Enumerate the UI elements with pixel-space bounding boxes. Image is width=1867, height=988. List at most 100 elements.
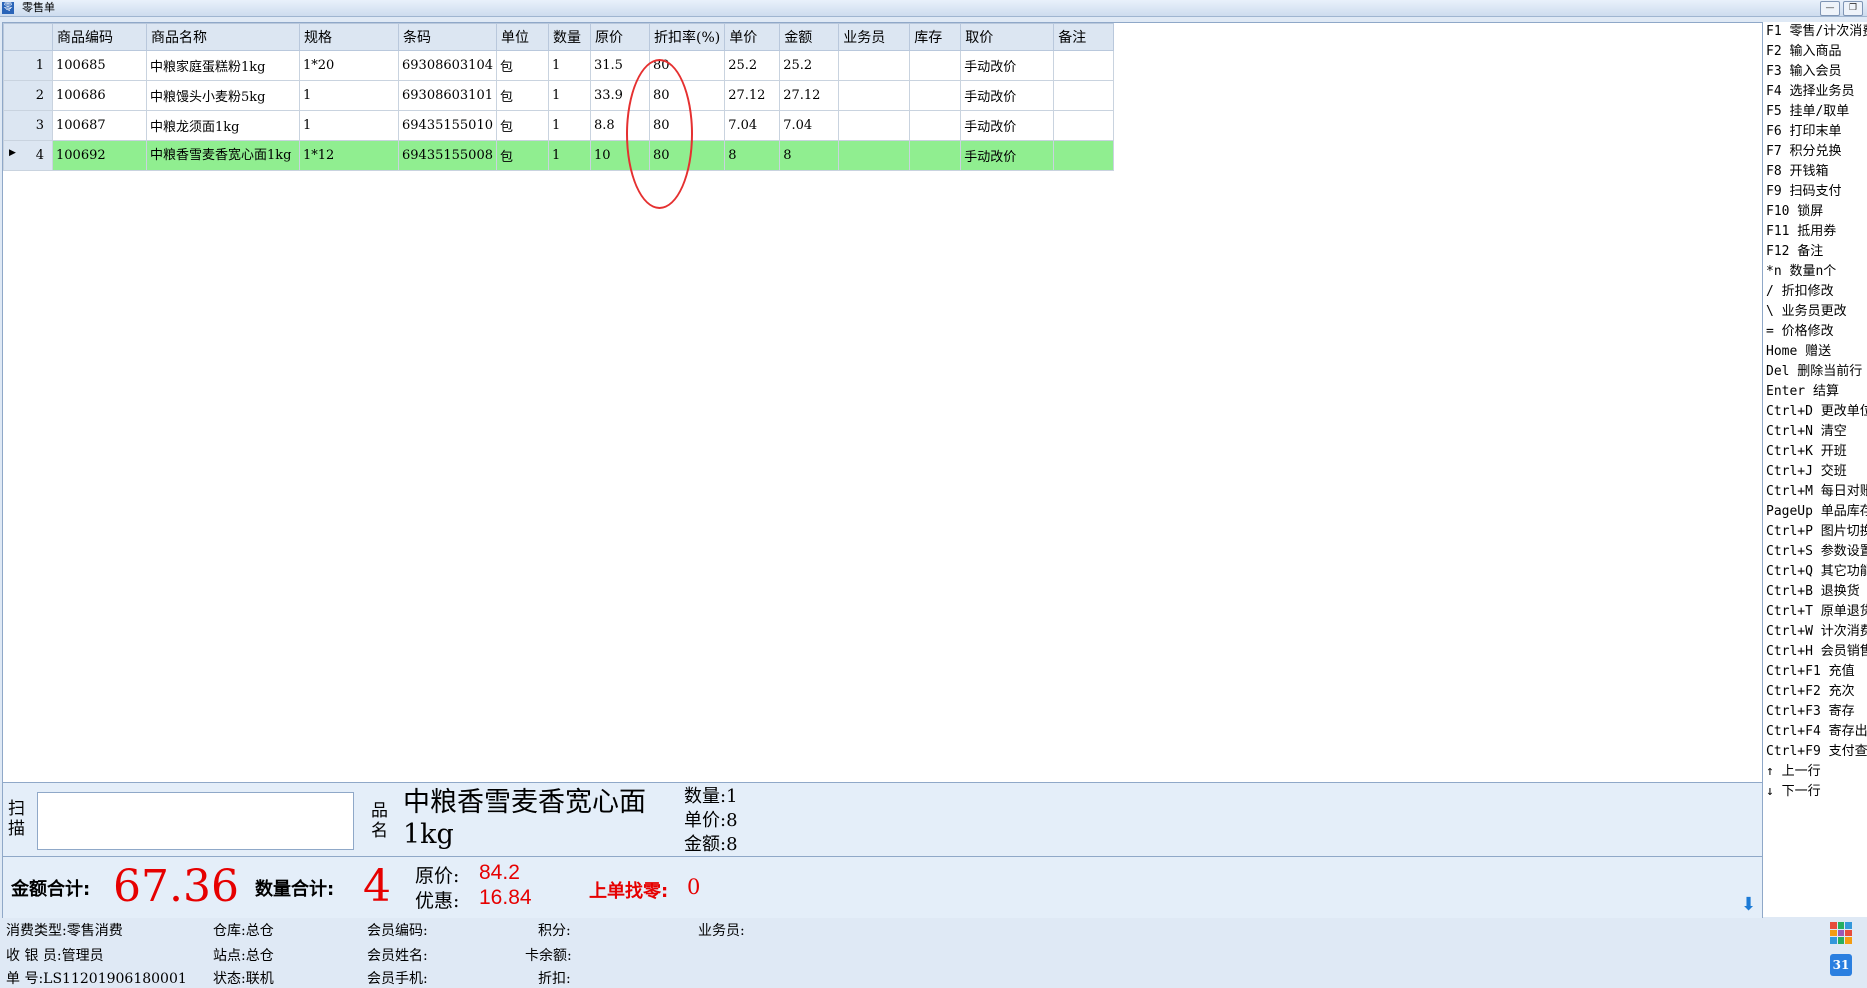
col-header-stock[interactable]: 库存: [909, 23, 962, 51]
col-header-code[interactable]: 商品编码: [52, 23, 147, 51]
shortcut-item[interactable]: ↑ 上一行: [1763, 762, 1867, 782]
col-header-orig-price[interactable]: 原价: [589, 23, 650, 51]
cell-unit[interactable]: 包: [495, 140, 549, 171]
shortcut-item[interactable]: Del 删除当前行: [1763, 362, 1867, 382]
shortcut-item[interactable]: F3 输入会员: [1763, 62, 1867, 82]
restore-button[interactable]: ❐: [1843, 1, 1863, 16]
cell-code[interactable]: 100686: [52, 80, 147, 111]
cell-orig-price[interactable]: 8.8: [589, 110, 650, 141]
shortcut-item[interactable]: Ctrl+M 每日对账: [1763, 482, 1867, 502]
shortcut-item[interactable]: Ctrl+H 会员销售: [1763, 642, 1867, 662]
shortcut-item[interactable]: Ctrl+F1 充值: [1763, 662, 1867, 682]
shortcut-item[interactable]: F12 备注: [1763, 242, 1867, 262]
shortcut-item[interactable]: Ctrl+D 更改单位: [1763, 402, 1867, 422]
cell-salesman[interactable]: [838, 110, 911, 141]
cell-note[interactable]: [1053, 50, 1115, 81]
cell-price[interactable]: 25.2: [724, 50, 781, 81]
col-header-amount[interactable]: 金额: [779, 23, 840, 51]
col-header-price[interactable]: 单价: [724, 23, 781, 51]
shortcut-item[interactable]: F5 挂单/取单: [1763, 102, 1867, 122]
shortcut-item[interactable]: = 价格修改: [1763, 322, 1867, 342]
shortcut-item[interactable]: \ 业务员更改: [1763, 302, 1867, 322]
shortcut-item[interactable]: Ctrl+N 清空: [1763, 422, 1867, 442]
cell-salesman[interactable]: [838, 140, 911, 171]
shortcut-item[interactable]: F11 抵用券: [1763, 222, 1867, 242]
cell-code[interactable]: 100687: [52, 110, 147, 141]
cell-stock[interactable]: [909, 140, 962, 171]
col-header-qty[interactable]: 数量: [547, 23, 591, 51]
minimize-button[interactable]: —: [1820, 1, 1840, 16]
shortcut-item[interactable]: Enter 结算: [1763, 382, 1867, 402]
cell-salesman[interactable]: [838, 80, 911, 111]
shortcut-item[interactable]: F8 开钱箱: [1763, 162, 1867, 182]
cell-price[interactable]: 8: [724, 140, 781, 171]
shortcut-item[interactable]: F7 积分兑换: [1763, 142, 1867, 162]
cell-orig-price[interactable]: 10: [589, 140, 650, 171]
shortcut-item[interactable]: F4 选择业务员: [1763, 82, 1867, 102]
shortcut-item[interactable]: Ctrl+T 原单退货: [1763, 602, 1867, 622]
shortcut-item[interactable]: PageUp 单品库存: [1763, 502, 1867, 522]
cell-spec[interactable]: 1: [299, 80, 399, 111]
cell-note[interactable]: [1053, 140, 1115, 171]
cell-spec[interactable]: 1*12: [299, 140, 399, 171]
shortcut-item[interactable]: Ctrl+P 图片切换: [1763, 522, 1867, 542]
cell-amount[interactable]: 8: [779, 140, 840, 171]
col-header-name[interactable]: 商品名称: [146, 23, 300, 51]
cell-name[interactable]: 中粮龙须面1kg: [146, 110, 300, 141]
cell-qty[interactable]: 1: [547, 110, 591, 141]
apps-grid-icon[interactable]: [1830, 922, 1852, 944]
col-header-unit[interactable]: 单位: [495, 23, 549, 51]
shortcut-item[interactable]: / 折扣修改: [1763, 282, 1867, 302]
cell-amount[interactable]: 25.2: [779, 50, 840, 81]
cell-note[interactable]: [1053, 80, 1115, 111]
table-row[interactable]: 2 100686 中粮馒头小麦粉5kg 1 69308603101 包 1 33…: [3, 80, 1115, 111]
cell-stock[interactable]: [909, 50, 962, 81]
cell-spec[interactable]: 1*20: [299, 50, 399, 81]
shortcut-item[interactable]: Ctrl+Q 其它功能: [1763, 562, 1867, 582]
shortcut-item[interactable]: Ctrl+B 退换货: [1763, 582, 1867, 602]
shortcut-item[interactable]: Ctrl+F4 寄存出库: [1763, 722, 1867, 742]
cell-barcode[interactable]: 69435155008: [398, 140, 497, 171]
col-header-rownum[interactable]: [3, 23, 53, 51]
cell-discount[interactable]: 80: [648, 140, 726, 171]
cell-code[interactable]: 100685: [52, 50, 147, 81]
cell-pricing[interactable]: 手动改价: [960, 140, 1055, 171]
shortcut-item[interactable]: Ctrl+S 参数设置: [1763, 542, 1867, 562]
shortcut-item[interactable]: F6 打印末单: [1763, 122, 1867, 142]
shortcut-item[interactable]: Ctrl+F3 寄存: [1763, 702, 1867, 722]
cell-qty[interactable]: 1: [547, 80, 591, 111]
cell-pricing[interactable]: 手动改价: [960, 110, 1055, 141]
cell-pricing[interactable]: 手动改价: [960, 50, 1055, 81]
shortcut-item[interactable]: *n 数量n个: [1763, 262, 1867, 282]
table-row-selected[interactable]: ▶ 4 100692 中粮香雪麦香宽心面1kg 1*12 69435155008 …: [3, 140, 1115, 171]
col-header-barcode[interactable]: 条码: [398, 23, 497, 51]
cell-barcode[interactable]: 69435155010: [398, 110, 497, 141]
col-header-salesman[interactable]: 业务员: [838, 23, 911, 51]
shortcut-item[interactable]: ↓ 下一行: [1763, 782, 1867, 802]
col-header-spec[interactable]: 规格: [299, 23, 399, 51]
cell-price[interactable]: 27.12: [724, 80, 781, 111]
col-header-discount[interactable]: 折扣率(%): [648, 23, 726, 51]
shortcut-item[interactable]: F10 锁屏: [1763, 202, 1867, 222]
shortcut-item[interactable]: F9 扫码支付: [1763, 182, 1867, 202]
cell-orig-price[interactable]: 33.9: [589, 80, 650, 111]
cell-name[interactable]: 中粮香雪麦香宽心面1kg: [146, 140, 300, 171]
shortcut-item[interactable]: F2 输入商品: [1763, 42, 1867, 62]
shortcut-item[interactable]: Home 赠送: [1763, 342, 1867, 362]
cell-barcode[interactable]: 69308603101: [398, 80, 497, 111]
cell-amount[interactable]: 27.12: [779, 80, 840, 111]
cell-unit[interactable]: 包: [495, 50, 549, 81]
shortcut-item[interactable]: Ctrl+K 开班: [1763, 442, 1867, 462]
cell-unit[interactable]: 包: [495, 80, 549, 111]
cell-name[interactable]: 中粮馒头小麦粉5kg: [146, 80, 300, 111]
cell-unit[interactable]: 包: [495, 110, 549, 141]
calendar-icon[interactable]: 31: [1830, 954, 1852, 976]
cell-qty[interactable]: 1: [547, 50, 591, 81]
cell-note[interactable]: [1053, 110, 1115, 141]
cell-barcode[interactable]: 69308603104: [398, 50, 497, 81]
cell-code[interactable]: 100692: [52, 140, 147, 171]
table-row[interactable]: 3 100687 中粮龙须面1kg 1 69435155010 包 1 8.8 …: [3, 110, 1115, 141]
col-header-pricing[interactable]: 取价: [960, 23, 1055, 51]
cell-stock[interactable]: [909, 80, 962, 111]
shortcut-item[interactable]: F1 零售/计次消费: [1763, 22, 1867, 42]
